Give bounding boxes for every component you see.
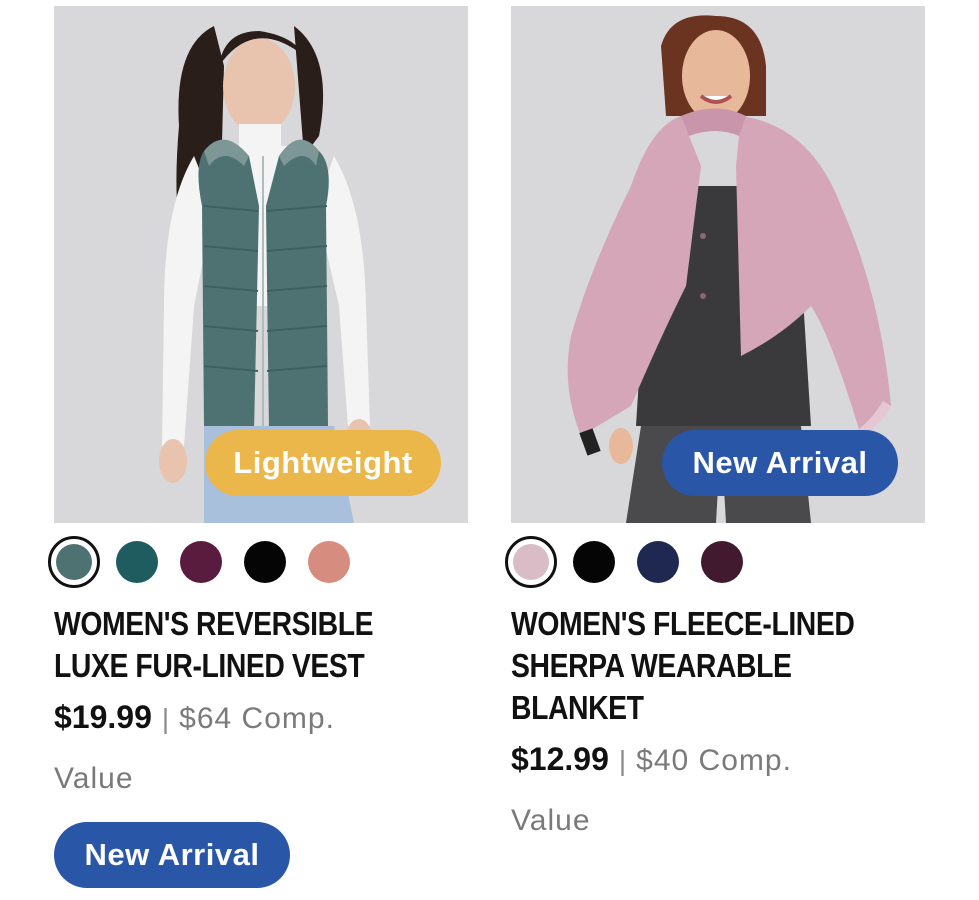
product-title-line-1: WOMEN'S REVERSIBLE <box>54 605 374 642</box>
sale-price: $19.99 <box>54 699 152 735</box>
comp-price: $40 Comp. <box>636 744 792 777</box>
price-row: $19.99 | $64 Comp. <box>54 699 468 736</box>
sale-price: $12.99 <box>511 741 609 777</box>
product-title-line-1: WOMEN'S FLEECE-LINED <box>511 605 855 642</box>
color-swatches <box>48 536 468 588</box>
product-title[interactable]: WOMEN'S REVERSIBLE LUXE FUR-LINED VEST <box>54 603 467 687</box>
product-title-line-3: BLANKET <box>511 689 644 726</box>
price-separator: | <box>618 745 627 776</box>
value-label: Value <box>511 804 591 837</box>
price-row: $12.99 | $40 Comp. <box>511 741 925 778</box>
swatch-plum[interactable] <box>180 541 222 583</box>
swatch-rose[interactable] <box>308 541 350 583</box>
swatch-slate-teal[interactable] <box>48 536 100 588</box>
swatch-dark-teal[interactable] <box>116 541 158 583</box>
product-image-blanket[interactable]: New Arrival <box>511 6 925 523</box>
new-arrival-badge: New Arrival <box>54 822 290 888</box>
swatch-black[interactable] <box>244 541 286 583</box>
product-title-line-2: LUXE FUR-LINED VEST <box>54 647 365 684</box>
product-title-line-2: SHERPA WEARABLE <box>511 647 792 684</box>
price-separator: | <box>161 703 170 734</box>
value-label: Value <box>54 762 134 795</box>
product-card-blanket[interactable]: New Arrival WOMEN'S FLEECE-LINED SHERPA … <box>505 6 925 838</box>
product-title[interactable]: WOMEN'S FLEECE-LINED SHERPA WEARABLE BLA… <box>511 603 924 729</box>
swatch-black[interactable] <box>573 541 615 583</box>
color-swatches <box>505 536 925 588</box>
new-arrival-image-badge: New Arrival <box>662 430 898 496</box>
comp-price: $64 Comp. <box>179 702 335 735</box>
lightweight-badge: Lightweight <box>205 430 441 496</box>
swatch-navy[interactable] <box>637 541 679 583</box>
product-image-vest[interactable]: Lightweight <box>54 6 468 523</box>
swatch-light-pink[interactable] <box>505 536 557 588</box>
swatch-dark-plum[interactable] <box>701 541 743 583</box>
product-card-vest[interactable]: Lightweight WOMEN'S REVERSIBLE LUXE FUR-… <box>48 6 468 888</box>
